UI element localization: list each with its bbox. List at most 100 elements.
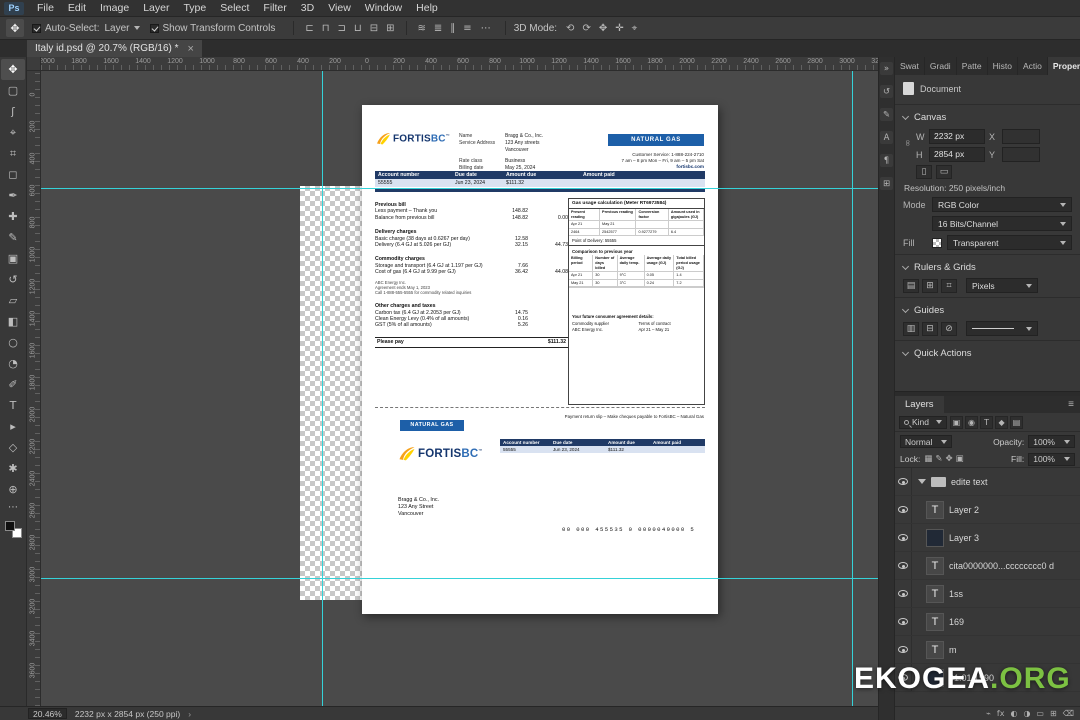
- add-guide-icon[interactable]: ▥: [903, 321, 919, 336]
- align-center-h-icon[interactable]: ⊓: [319, 23, 333, 34]
- rulers-grids-section-header[interactable]: Rulers & Grids: [901, 259, 1072, 276]
- guides-section-header[interactable]: Guides: [901, 302, 1072, 319]
- foreground-color-swatch[interactable]: [4, 521, 15, 531]
- link-dimensions-icon[interactable]: ∞: [902, 139, 912, 147]
- align-top-icon[interactable]: ⊔: [351, 23, 365, 34]
- shape-tool[interactable]: ◇: [1, 437, 25, 458]
- layer-row[interactable]: T Layer 2: [895, 496, 1080, 524]
- tab-patterns[interactable]: Patte: [957, 57, 988, 75]
- delete-layer-icon[interactable]: ⌫: [1063, 709, 1074, 718]
- document-tab[interactable]: Italy id.psd @ 20.7% (RGB/16) * ×: [27, 40, 202, 57]
- visibility-toggle[interactable]: [895, 580, 912, 607]
- lock-transparency-icon[interactable]: ▦: [924, 454, 932, 464]
- menu-file[interactable]: File: [30, 2, 61, 14]
- units-dropdown[interactable]: Pixels: [966, 278, 1038, 293]
- tab-histogram[interactable]: Histo: [988, 57, 1018, 75]
- blur-tool[interactable]: ○: [1, 332, 25, 353]
- menu-filter[interactable]: Filter: [256, 2, 293, 14]
- filter-smart-objects-icon[interactable]: ▤: [1010, 415, 1024, 429]
- collapse-panels-icon[interactable]: »: [880, 62, 893, 75]
- eyedropper-tool[interactable]: ✒: [1, 185, 25, 206]
- close-icon[interactable]: ×: [188, 43, 194, 55]
- x-field[interactable]: [1002, 129, 1040, 144]
- layer-fill-dropdown[interactable]: 100%: [1028, 452, 1075, 466]
- menu-image[interactable]: Image: [93, 2, 136, 14]
- y-field[interactable]: [1002, 147, 1040, 162]
- adjustment-layer-icon[interactable]: ◑: [1023, 709, 1030, 718]
- kind-filter-dropdown[interactable]: Kind: [899, 415, 948, 429]
- visibility-toggle[interactable]: [895, 468, 912, 495]
- distribute-spacing-icon[interactable]: ∥: [447, 23, 458, 34]
- menu-layer[interactable]: Layer: [136, 2, 176, 14]
- menu-3d[interactable]: 3D: [294, 2, 321, 14]
- 3d-scale-icon[interactable]: ⌖: [629, 23, 641, 34]
- move-tool[interactable]: ✥: [1, 59, 25, 80]
- healing-brush-tool[interactable]: ✚: [1, 206, 25, 227]
- visibility-toggle[interactable]: [895, 496, 912, 523]
- 3d-rotate-icon[interactable]: ⟲: [563, 23, 577, 34]
- type-tool[interactable]: T: [1, 395, 25, 416]
- landscape-icon[interactable]: ▭: [936, 165, 952, 179]
- align-right-icon[interactable]: ⊐: [335, 23, 349, 34]
- height-field[interactable]: 2854 px: [929, 147, 985, 162]
- clone-stamp-tool[interactable]: ▣: [1, 248, 25, 269]
- distribute-edges-icon[interactable]: ≡: [460, 23, 474, 34]
- vertical-ruler[interactable]: 0 200 400 600 800 1000 1200 1400 1600 1800 2000 220…: [27, 71, 41, 706]
- bit-depth-dropdown[interactable]: 16 Bits/Channel: [932, 216, 1072, 231]
- menu-edit[interactable]: Edit: [61, 2, 93, 14]
- 3d-slide-icon[interactable]: ✛: [612, 23, 626, 34]
- edit-toolbar-icon[interactable]: ⋯: [8, 502, 18, 513]
- distribute-h-icon[interactable]: ≋: [415, 23, 429, 34]
- tab-gradients[interactable]: Gradi: [925, 57, 957, 75]
- filter-adjustment-layers-icon[interactable]: ◉: [965, 415, 979, 429]
- lock-all-icon[interactable]: ▣: [956, 454, 964, 464]
- show-transform-checkbox[interactable]: [149, 23, 159, 33]
- align-bottom-icon[interactable]: ⊞: [383, 23, 397, 34]
- pen-tool[interactable]: ✐: [1, 374, 25, 395]
- new-group-icon[interactable]: ▭: [1036, 709, 1044, 718]
- crop-tool[interactable]: ⌗: [1, 143, 25, 164]
- info-panel-icon[interactable]: ⊞: [880, 177, 893, 190]
- layer-row[interactable]: edite text: [895, 468, 1080, 496]
- marquee-tool[interactable]: ▢: [1, 80, 25, 101]
- ruler-corner[interactable]: [27, 57, 41, 71]
- align-left-icon[interactable]: ⊏: [302, 23, 316, 34]
- new-layer-icon[interactable]: ⊞: [1050, 709, 1057, 718]
- 3d-drag-icon[interactable]: ✥: [596, 23, 610, 34]
- toggle-grid-icon[interactable]: ⊞: [922, 278, 938, 293]
- fill-dropdown[interactable]: Transparent: [947, 235, 1072, 250]
- horizontal-ruler[interactable]: 2000180016001400120010008006004002000200…: [41, 57, 878, 71]
- lock-position-icon[interactable]: ✥: [945, 454, 952, 464]
- auto-select-checkbox[interactable]: [32, 23, 41, 33]
- lasso-tool[interactable]: ʃ: [1, 101, 25, 122]
- portrait-icon[interactable]: ▯: [916, 165, 932, 179]
- expand-collapse-icon[interactable]: [918, 479, 926, 484]
- layer-row[interactable]: Layer 3: [895, 524, 1080, 552]
- panel-menu-icon[interactable]: ≡: [1068, 399, 1074, 410]
- link-layers-icon[interactable]: ⌁: [986, 709, 991, 718]
- more-align-options-icon[interactable]: ⋯: [475, 23, 497, 34]
- layer-style-icon[interactable]: fx: [997, 709, 1005, 718]
- filter-type-layers-icon[interactable]: T: [980, 415, 994, 429]
- distribute-v-icon[interactable]: ≣: [431, 23, 445, 34]
- history-brush-tool[interactable]: ↺: [1, 269, 25, 290]
- toggle-rulers-icon[interactable]: ▤: [903, 278, 919, 293]
- bill-document[interactable]: FORTISBC™ Name Bragg & Co., Inc. Service A…: [362, 105, 718, 614]
- opacity-dropdown[interactable]: 100%: [1028, 435, 1075, 448]
- clear-guides-icon[interactable]: ⊘: [941, 321, 957, 336]
- color-mode-dropdown[interactable]: RGB Color: [932, 197, 1072, 212]
- guide-style-dropdown[interactable]: [966, 321, 1038, 336]
- document-viewport[interactable]: FORTISBC™ Name Bragg & Co., Inc. Service A…: [41, 71, 878, 706]
- tab-swatches[interactable]: Swat: [895, 57, 925, 75]
- quick-selection-tool[interactable]: ⌖: [1, 122, 25, 143]
- character-panel-icon[interactable]: A: [880, 131, 893, 144]
- tab-actions[interactable]: Actio: [1018, 57, 1048, 75]
- path-selection-tool[interactable]: ▸: [1, 416, 25, 437]
- snap-icon[interactable]: ⌗: [941, 278, 957, 293]
- quick-actions-section-header[interactable]: Quick Actions: [901, 345, 1072, 362]
- layer-row[interactable]: T 1ss: [895, 580, 1080, 608]
- layer-row[interactable]: T 169: [895, 608, 1080, 636]
- menu-view[interactable]: View: [321, 2, 358, 14]
- color-swatches[interactable]: [4, 521, 22, 538]
- 3d-roll-icon[interactable]: ⟳: [579, 23, 593, 34]
